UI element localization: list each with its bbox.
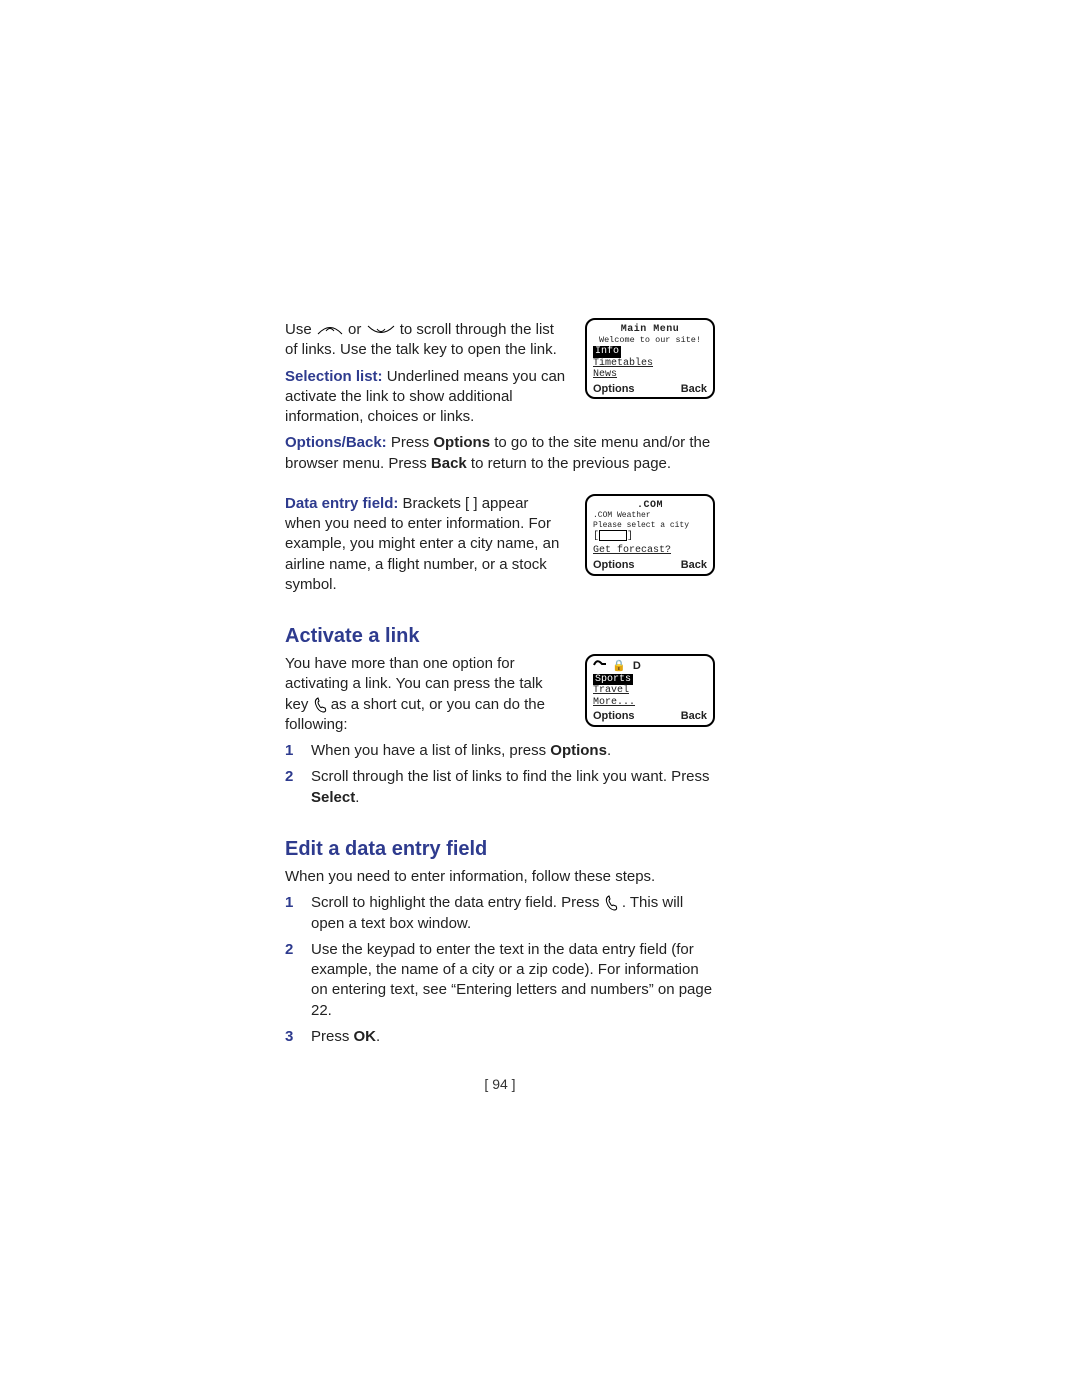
talk-key-icon — [313, 695, 327, 715]
screen-link: Get forecast? — [593, 545, 707, 557]
screen-item: News — [593, 369, 617, 380]
text-fragment: or — [348, 321, 366, 338]
step-number: 2 — [285, 767, 293, 787]
softkey-options: Options — [593, 383, 635, 396]
term-label: Options/Back: — [285, 434, 387, 451]
scroll-down-icon — [366, 320, 396, 340]
paragraph-options-back: Options/Back: Press Options to go to the… — [285, 433, 715, 474]
list-item: 1 Scroll to highlight the data entry fie… — [285, 893, 715, 934]
bold-word: OK — [354, 1028, 377, 1045]
softkey-back: Back — [681, 710, 707, 723]
softkey-options: Options — [593, 710, 635, 723]
steps-edit: 1 Scroll to highlight the data entry fie… — [285, 893, 715, 1047]
screen-subtitle: .COM Weather — [593, 511, 707, 520]
text-fragment: Scroll through the list of links to find… — [311, 768, 710, 785]
screen-title: .COM — [593, 500, 707, 512]
page-number: [ 94 ] — [285, 1075, 715, 1094]
term-label: Data entry field: — [285, 495, 398, 512]
text-fragment: . — [355, 789, 359, 806]
text-fragment: Use the keypad to enter the text in the … — [311, 941, 712, 1019]
screen-item-selected: Sports — [593, 674, 633, 686]
status-bar: 🔒 D — [593, 660, 707, 673]
text-fragment: Use — [285, 321, 316, 338]
screen-title: Main Menu — [593, 324, 707, 336]
step-number: 3 — [285, 1027, 293, 1047]
step-number: 1 — [285, 893, 293, 913]
heading-edit-data-entry: Edit a data entry field — [285, 836, 715, 863]
screen-item: Travel — [593, 685, 629, 696]
softkey-back: Back — [681, 559, 707, 572]
bold-word: Back — [431, 455, 467, 472]
talk-key-icon — [604, 893, 618, 913]
bold-word: Options — [550, 742, 607, 759]
screen-item-selected: Info — [593, 346, 621, 358]
text-fragment: Scroll to highlight the data entry field… — [311, 894, 604, 911]
screen-subtitle: Welcome to our site! — [593, 336, 707, 346]
text-fragment: Press — [387, 434, 434, 451]
list-item: 1 When you have a list of links, press O… — [285, 741, 715, 761]
screen-item: Timetables — [593, 358, 653, 369]
list-item: 3 Press OK. — [285, 1027, 715, 1047]
screen-prompt: Please select a city — [593, 521, 707, 530]
text-fragment: Press — [311, 1028, 354, 1045]
text-fragment: to return to the previous page. — [467, 455, 671, 472]
steps-activate: 1 When you have a list of links, press O… — [285, 741, 715, 808]
text-fragment: When you have a list of links, press — [311, 742, 550, 759]
bold-word: Select — [311, 789, 355, 806]
screen-input: [] — [593, 530, 707, 543]
step-number: 1 — [285, 741, 293, 761]
list-item: 2 Use the keypad to enter the text in th… — [285, 940, 715, 1021]
text-fragment: . — [607, 742, 611, 759]
softkey-back: Back — [681, 383, 707, 396]
scroll-up-icon — [316, 320, 344, 340]
step-number: 2 — [285, 940, 293, 960]
paragraph-edit-lead: When you need to enter information, foll… — [285, 867, 715, 887]
text-fragment: . — [376, 1028, 380, 1045]
bold-word: Options — [433, 434, 490, 451]
phone-screen-links: 🔒 D Sports Travel More... Options Back — [585, 654, 715, 727]
heading-activate-link: Activate a link — [285, 623, 715, 650]
softkey-options: Options — [593, 559, 635, 572]
screen-item: More... — [593, 697, 635, 708]
phone-screen-weather: .COM .COM Weather Please select a city [… — [585, 494, 715, 576]
term-label: Selection list: — [285, 368, 383, 385]
list-item: 2 Scroll through the list of links to fi… — [285, 767, 715, 808]
phone-screen-main-menu: Main Menu Welcome to our site! Info Time… — [585, 318, 715, 399]
